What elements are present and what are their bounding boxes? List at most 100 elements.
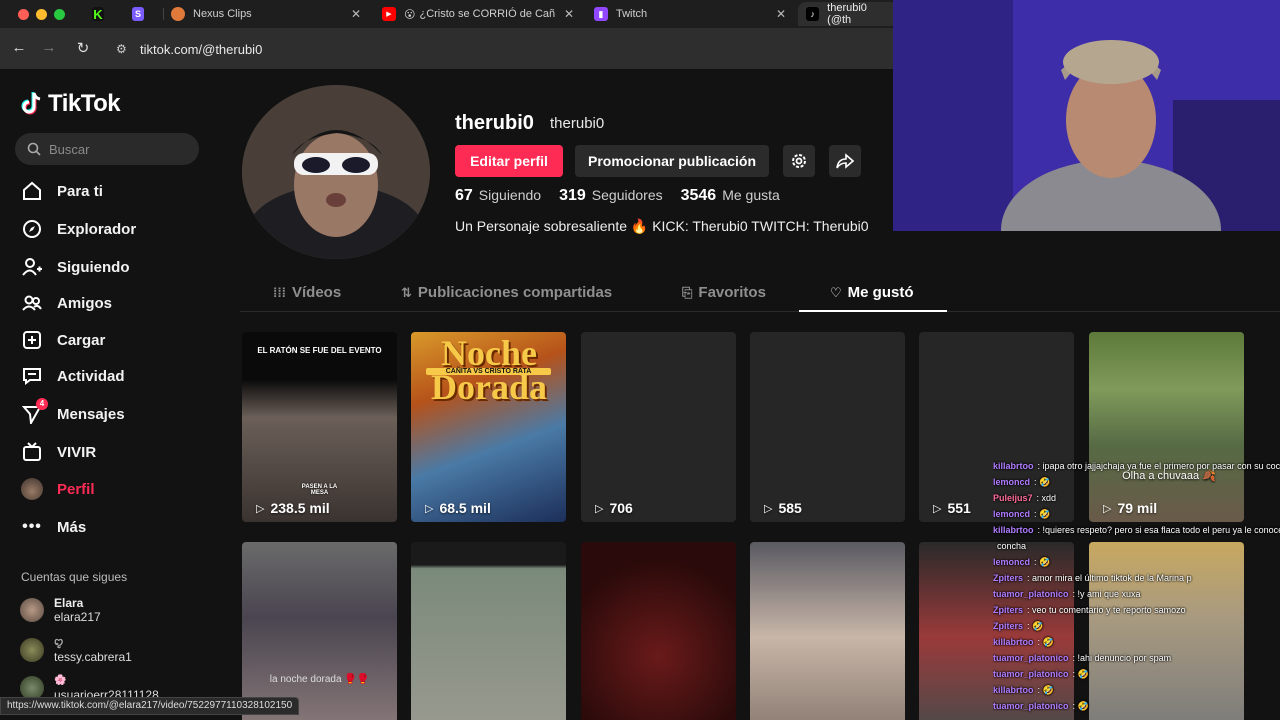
following-item[interactable]: Elara elara217 bbox=[20, 596, 101, 624]
sidebar-item-label: Cargar bbox=[57, 331, 106, 349]
chat-message: lemoncd: 🤣 bbox=[993, 474, 1280, 490]
sidebar-item-cargar[interactable]: Cargar bbox=[20, 326, 105, 354]
following-name: Elara bbox=[54, 596, 84, 610]
tab-label: ¿Cristo se CORRIÓ de Cañ bbox=[419, 8, 556, 20]
compass-icon bbox=[20, 217, 44, 241]
url-field[interactable]: ⚙ tiktok.com/@therubi0 bbox=[108, 35, 893, 63]
chat-username: lemoncd bbox=[993, 557, 1031, 567]
profile-photo bbox=[242, 85, 430, 259]
play-icon: ▷ bbox=[933, 502, 942, 515]
forward-icon[interactable]: → bbox=[39, 39, 59, 56]
play-icon: ▷ bbox=[764, 502, 773, 515]
search-input[interactable] bbox=[49, 141, 189, 157]
share-button[interactable] bbox=[829, 145, 861, 177]
maximize-window-button[interactable] bbox=[54, 9, 65, 20]
grid-icon: ⁞⁞⁞ bbox=[273, 285, 286, 300]
followers-count[interactable]: 319 Seguidores bbox=[559, 187, 663, 205]
youtube-icon: ▶ bbox=[382, 7, 396, 21]
stream-chat-overlay: killabrtoo: ipapa otro jajjajchaja ya fu… bbox=[993, 458, 1280, 714]
back-icon[interactable]: ← bbox=[9, 39, 29, 56]
close-tab-icon[interactable]: ✕ bbox=[564, 7, 574, 21]
share-icon bbox=[836, 153, 854, 169]
person-plus-icon bbox=[20, 255, 44, 279]
likes-count: 3546 Me gusta bbox=[680, 187, 780, 204]
video-caption-2: PASEN A LA MESA bbox=[301, 484, 338, 496]
video-card[interactable]: la noche dorada 🥊🥊 bbox=[242, 542, 397, 720]
video-views: ▷ 238.5 mil bbox=[256, 500, 330, 516]
video-card[interactable]: ▷ 706 bbox=[581, 332, 736, 522]
tab-reposts[interactable]: ⇅ Publicaciones compartidas bbox=[401, 284, 612, 301]
chat-username: Zpiters bbox=[993, 621, 1024, 631]
chat-text: : veo tu comentario y te reporto samozo bbox=[1027, 605, 1186, 615]
chat-text: : 🤣 bbox=[1034, 509, 1051, 519]
tab-label: Nexus Clips bbox=[193, 8, 252, 20]
tab-videos[interactable]: ⁞⁞⁞ Vídeos bbox=[273, 284, 341, 301]
chat-text: : amor mira el último tiktok de la Marin… bbox=[1027, 573, 1192, 583]
play-icon: ▷ bbox=[256, 502, 265, 515]
sidebar-item-actividad[interactable]: Actividad bbox=[20, 362, 125, 390]
avatar-icon bbox=[20, 477, 44, 501]
profile-username: therubi0 bbox=[455, 112, 534, 134]
search-box[interactable] bbox=[15, 133, 199, 165]
profile-bio: Un Personaje sobresaliente 🔥 KICK: Theru… bbox=[455, 218, 869, 234]
close-tab-icon[interactable]: ✕ bbox=[351, 7, 361, 21]
tab-kick[interactable]: K bbox=[84, 2, 120, 26]
following-username: tessy.cabrera1 bbox=[54, 650, 132, 664]
reload-icon[interactable]: ↻ bbox=[73, 39, 93, 57]
play-icon: ▷ bbox=[425, 502, 434, 515]
close-window-button[interactable] bbox=[18, 9, 29, 20]
active-tab-indicator bbox=[799, 310, 947, 312]
profile-avatar[interactable] bbox=[242, 85, 430, 259]
video-card[interactable]: EL RATÓN SE FUE DEL EVENTO PASEN A LA ME… bbox=[242, 332, 397, 522]
sidebar-item-label: Explorador bbox=[57, 220, 137, 238]
video-card[interactable]: ▷ 585 bbox=[750, 332, 905, 522]
sidebar-item-mas[interactable]: ••• Más bbox=[20, 513, 86, 541]
promote-post-button[interactable]: Promocionar publicación bbox=[575, 145, 769, 177]
chat-text: concha bbox=[997, 541, 1027, 551]
avatar bbox=[20, 638, 44, 662]
nexus-icon bbox=[171, 7, 185, 21]
send-icon: 4 bbox=[20, 398, 48, 426]
video-caption: EL RATÓN SE FUE DEL EVENTO bbox=[257, 346, 382, 355]
sidebar-item-amigos[interactable]: Amigos bbox=[20, 289, 112, 317]
sidebar-item-para-ti[interactable]: Para ti bbox=[20, 177, 103, 205]
chat-text: : 🤣 bbox=[1037, 637, 1054, 647]
site-settings-icon[interactable]: ⚙ bbox=[116, 42, 130, 56]
video-card[interactable] bbox=[411, 542, 566, 720]
tab-favorites[interactable]: ⎘ Favoritos bbox=[682, 284, 766, 301]
chat-message: killabrtoo: ipapa otro jajjajchaja ya fu… bbox=[993, 458, 1280, 474]
sidebar-item-perfil[interactable]: Perfil bbox=[20, 475, 95, 503]
chat-username: Zpiters bbox=[993, 605, 1024, 615]
tab-tiktok[interactable]: ♪ therubi0 (@th bbox=[798, 2, 898, 26]
sidebar-item-siguiendo[interactable]: Siguiendo bbox=[20, 253, 130, 281]
kick-icon: K bbox=[92, 6, 104, 22]
sidebar-item-label: Siguiendo bbox=[57, 258, 130, 276]
tab-liked[interactable]: ♡ Me gustó bbox=[830, 284, 914, 301]
video-card[interactable] bbox=[750, 542, 905, 720]
s-icon: S bbox=[132, 7, 144, 21]
following-count[interactable]: 67 Siguiendo bbox=[455, 187, 541, 205]
tab-s[interactable]: S bbox=[124, 2, 160, 26]
tab-twitch[interactable]: ▮ Twitch ✕ bbox=[586, 2, 792, 26]
chat-text: : xdd bbox=[1036, 493, 1057, 503]
chat-text: : !ahi denuncio por spam bbox=[1072, 653, 1172, 663]
edit-profile-button[interactable]: Editar perfil bbox=[455, 145, 563, 177]
tiktok-logo-icon bbox=[21, 92, 41, 115]
streamer-webcam-image bbox=[893, 0, 1280, 231]
following-item[interactable]: ꨄ tessy.cabrera1 bbox=[20, 636, 132, 664]
upload-icon bbox=[20, 328, 44, 352]
minimize-window-button[interactable] bbox=[36, 9, 47, 20]
sidebar-item-explorador[interactable]: Explorador bbox=[20, 215, 136, 243]
status-bar-url: https://www.tiktok.com/@elara217/video/7… bbox=[0, 697, 300, 715]
sidebar-item-vivir[interactable]: VIVIR bbox=[20, 438, 96, 466]
close-tab-icon[interactable]: ✕ bbox=[776, 7, 786, 21]
chat-username: tuamor_platonico bbox=[993, 701, 1069, 711]
tab-nexus-clips[interactable]: Nexus Clips ✕ bbox=[163, 2, 367, 26]
sidebar-item-mensajes[interactable]: 4 Mensajes bbox=[20, 398, 125, 428]
settings-button[interactable] bbox=[783, 145, 815, 177]
video-card[interactable]: Noche Dorada CAÑITA VS CRISTO RATA ▷ 68.5… bbox=[411, 332, 566, 522]
tab-youtube[interactable]: ▶ 😮 ¿Cristo se CORRIÓ de Cañ ✕ bbox=[374, 2, 580, 26]
chat-message: killabrtoo: 🤣 bbox=[993, 682, 1280, 698]
video-card[interactable] bbox=[581, 542, 736, 720]
tiktok-logo[interactable]: TikTok bbox=[20, 90, 121, 118]
